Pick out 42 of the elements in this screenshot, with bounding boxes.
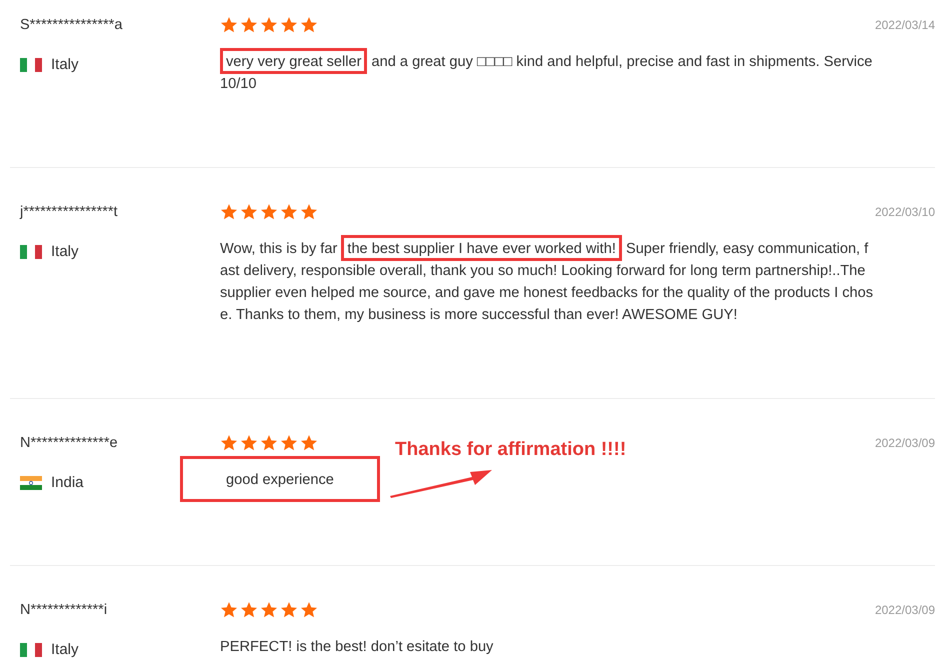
star-icon [240,16,258,34]
flag-icon [20,476,42,490]
annotation-text: Thanks for affirmation !!!! [395,439,626,461]
reviewer-name: S***************a [20,16,124,35]
star-icon [260,434,278,452]
star-icon [220,434,238,452]
review-date: 2022/03/10 [874,204,935,221]
star-icon [280,434,298,452]
country-name: Italy [51,640,79,660]
reviewer-name: j****************t [20,203,119,222]
flag-icon [20,643,42,657]
star-icon [260,600,278,618]
star-icon [300,16,318,34]
flag-icon [20,58,42,72]
star-icon [240,600,258,618]
star-icon [280,600,298,618]
star-icon [220,202,238,220]
reviewer-name: N*************i [20,601,108,620]
review-date: 2022/03/09 [874,435,935,452]
review-text: Wow, this is by far the best supplier I have ever worked with! Super friendly, easy communication, fast delivery, responsible overall, thank you so much! Looking forward for long term partnership!..The supplier even helped me source, and gave me honest feedbacks for the quality of the products I chose. Thanks to them, my business is more successful than ever! AWESOME GUY! [220,240,874,325]
star-icon [240,434,258,452]
country-name: India [51,473,84,493]
review-text: PERFECT! is the best! don’t esitate to buy [220,638,494,657]
review-text: good experience [225,471,335,490]
star-icon [220,16,238,34]
review-text: very very great seller and a great guy □□□□ kind and helpful, precise and fast in shipments. Service 10/10 [220,53,874,94]
star-icon [220,600,238,618]
country-name: Italy [51,242,79,262]
country-name: Italy [51,55,79,75]
star-icon [300,202,318,220]
star-icon [300,600,318,618]
arrow-icon [388,467,494,499]
flag-icon [20,245,42,259]
reviewer-name: N**************e [20,434,119,453]
review-date: 2022/03/14 [874,17,935,34]
star-icon [300,434,318,452]
star-icon [260,202,278,220]
star-icon [280,202,298,220]
star-icon [260,16,278,34]
star-icon [280,16,298,34]
star-icon [240,202,258,220]
review-date: 2022/03/09 [874,602,935,619]
